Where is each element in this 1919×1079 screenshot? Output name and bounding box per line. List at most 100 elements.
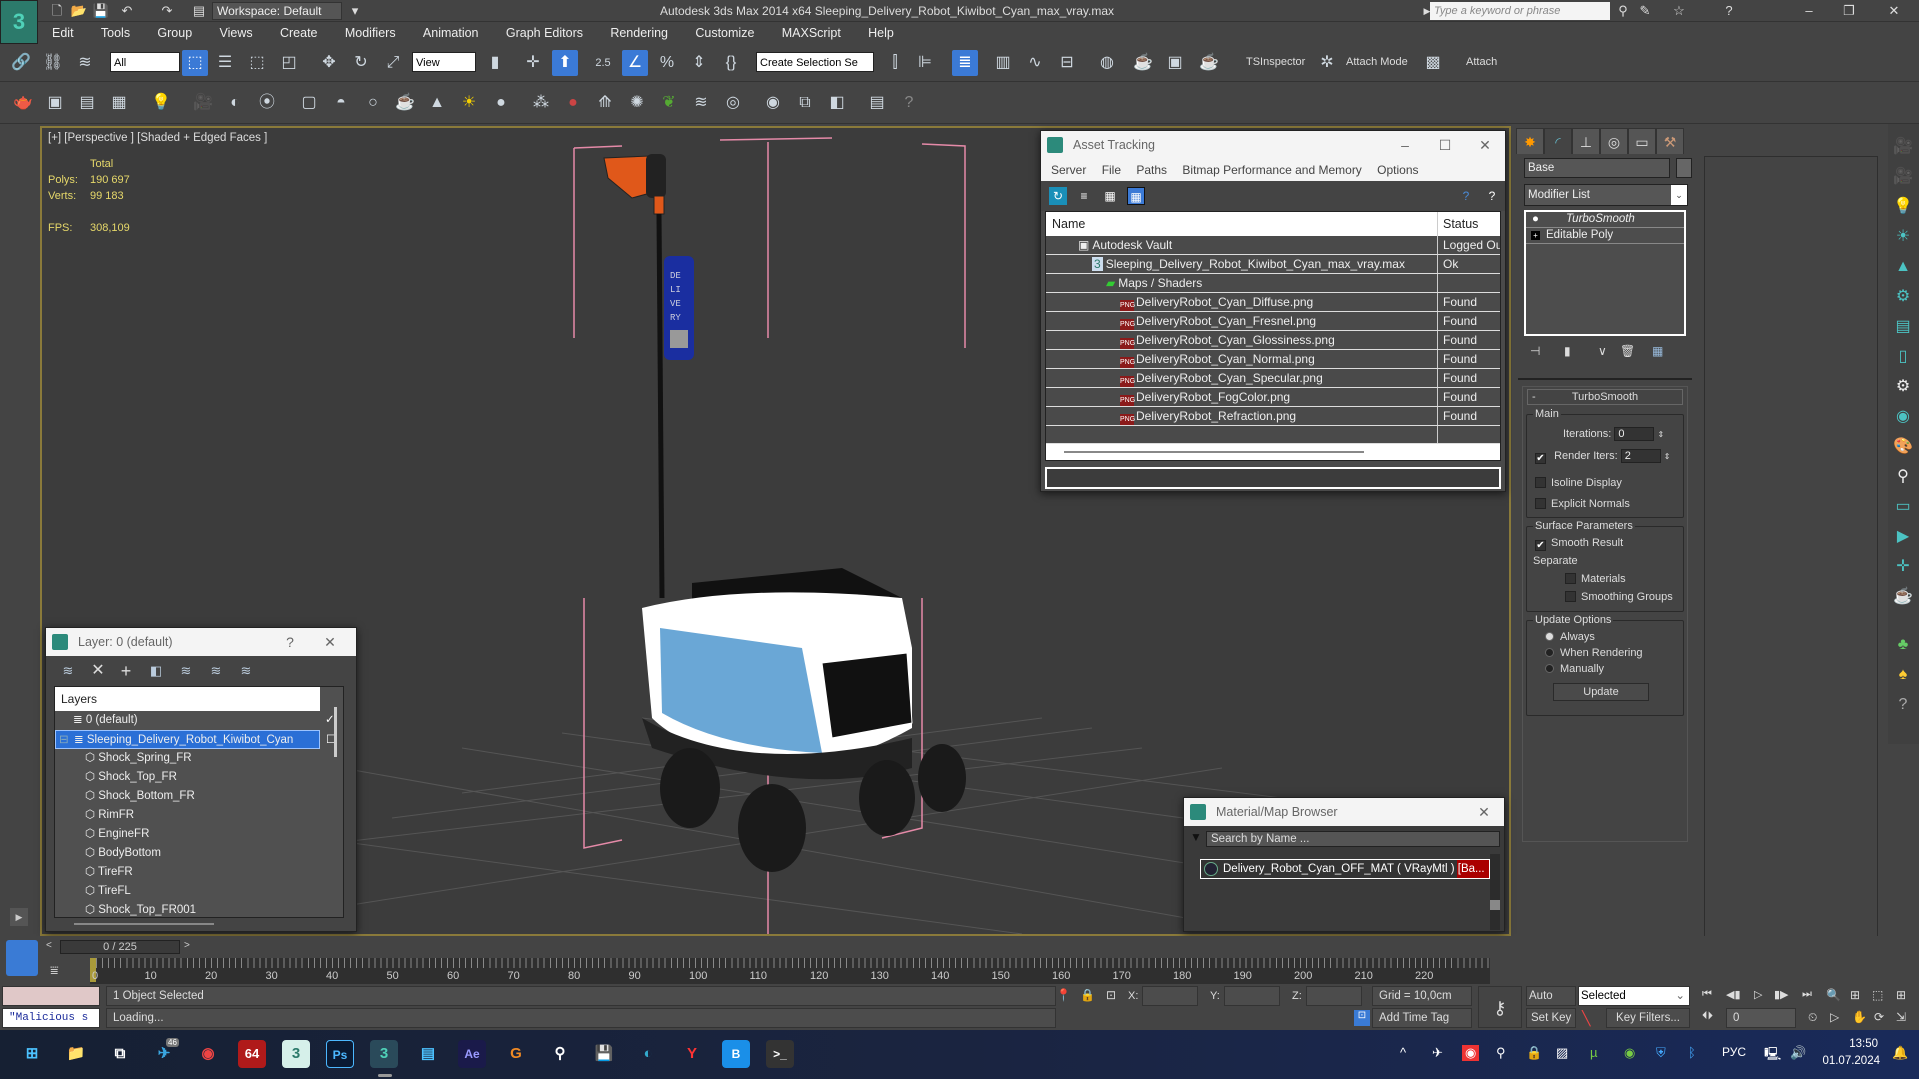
zoom-icon[interactable]: 🔍	[1826, 988, 1841, 1002]
menu-server[interactable]: Server	[1045, 163, 1092, 177]
reference-coord-dropdown[interactable]: View	[412, 52, 476, 72]
file-explorer-icon[interactable]: 📁	[62, 1040, 90, 1068]
save-app-icon[interactable]: 💾	[590, 1040, 618, 1068]
asset-row[interactable]: PNGDeliveryRobot_Cyan_Normal.png Found	[1046, 350, 1500, 369]
close-button[interactable]: ✕	[1464, 798, 1504, 826]
vertical-scrollbar[interactable]	[1490, 854, 1500, 930]
horizontal-scrollbar[interactable]	[1046, 444, 1500, 460]
link-icon[interactable]: 🔗	[8, 50, 34, 76]
play-icon[interactable]: ▷	[1754, 988, 1762, 1001]
remove-modifier-icon[interactable]: 🗑	[1620, 344, 1635, 358]
aida64-icon[interactable]: 64	[238, 1040, 266, 1068]
ornatrix-icon[interactable]: ◎	[720, 90, 746, 116]
object-row[interactable]: ⬡ Shock_Top_FR	[55, 768, 320, 787]
sun-icon[interactable]: ☀	[456, 90, 482, 116]
key-mode-dropdown[interactable]: Selected ⌄	[1578, 986, 1690, 1006]
yandex-icon[interactable]: Y	[678, 1040, 706, 1068]
z-coord-field[interactable]	[1306, 986, 1362, 1006]
options-menu-icon[interactable]: ▼	[1190, 830, 1202, 844]
tree-file-icon[interactable]: ▯	[1892, 346, 1914, 368]
plane-light-icon[interactable]: ▢	[296, 90, 322, 116]
app-menu-button[interactable]: 3	[0, 0, 38, 44]
spinner-arrows-icon[interactable]: ⇕	[1664, 452, 1671, 461]
plane-icon[interactable]: ⟰	[592, 90, 618, 116]
gear-icon[interactable]: ⚙	[1892, 376, 1914, 398]
transform-mode-icon[interactable]: ⊡	[1106, 988, 1116, 1002]
prev-frame-button[interactable]: <	[46, 940, 52, 951]
asset-row[interactable]: 3 Sleeping_Delivery_Robot_Kiwibot_Cyan_ma…	[1046, 255, 1500, 274]
render-production-icon[interactable]: ☕	[1196, 50, 1222, 76]
time-slider[interactable]: 0 / 225	[60, 940, 180, 954]
open-file-icon[interactable]: 📂	[70, 2, 88, 20]
render-iters-checkbox[interactable]: ✔	[1535, 452, 1546, 464]
key-mode-toggle-icon[interactable]: ⏴⏵	[1702, 1010, 1713, 1023]
column-name[interactable]: Name	[1046, 212, 1438, 236]
vray-material-icon[interactable]: ◉	[760, 90, 786, 116]
pivot-center-icon[interactable]: ▮	[482, 50, 508, 76]
object-row[interactable]: ⬡ TireFR	[55, 863, 320, 882]
maxscript-output[interactable]: "Malicious s	[2, 1008, 100, 1028]
asset-row[interactable]: PNGDeliveryRobot_Cyan_Glossiness.png Foun…	[1046, 331, 1500, 350]
list-view-icon[interactable]: ≡	[1075, 187, 1093, 205]
attach-button[interactable]: Attach	[1466, 56, 1497, 68]
make-unique-icon[interactable]: ∨	[1598, 344, 1607, 358]
select-objects-icon[interactable]: ◧	[146, 661, 166, 681]
clock-time[interactable]: 13:50	[1838, 1038, 1878, 1050]
highlight-layer-icon[interactable]: ≋	[206, 661, 226, 681]
chrome-icon[interactable]: ◉	[194, 1040, 222, 1068]
maxscript-listener-input[interactable]	[2, 986, 100, 1006]
forest-icon[interactable]: ♣	[1892, 634, 1914, 656]
mesh-light-icon[interactable]: ☕	[392, 90, 418, 116]
next-frame-button[interactable]: >	[184, 940, 190, 951]
b-app-icon[interactable]: B	[722, 1040, 750, 1068]
render-iters-spinner[interactable]: 2	[1620, 449, 1661, 463]
update-button[interactable]: Update	[1553, 683, 1649, 701]
select-layer-icon[interactable]: ≋	[176, 661, 196, 681]
language-indicator[interactable]: РУС	[1722, 1045, 1746, 1059]
hair-farm-icon[interactable]: ≋	[688, 90, 714, 116]
frame-buffer-icon[interactable]: ▭	[1892, 496, 1914, 518]
window-crossing-icon[interactable]: ◰	[276, 50, 302, 76]
vpn-app-icon[interactable]: ⚲	[546, 1040, 574, 1068]
close-button[interactable]: ✕	[1885, 2, 1903, 20]
menu-animation[interactable]: Animation	[411, 22, 491, 44]
3ds-max-2014-icon[interactable]: 3	[282, 1040, 310, 1068]
object-row[interactable]: ⬡ EngineFR	[55, 825, 320, 844]
palette-icon[interactable]: 🎨	[1892, 436, 1914, 458]
object-row[interactable]: ⬡ TireFL	[55, 882, 320, 901]
maxscript-mini-listener-toggle[interactable]: ▶	[10, 908, 28, 926]
task-view-icon[interactable]: ⧉	[106, 1040, 134, 1068]
start-button-icon[interactable]: ⊞	[18, 1040, 46, 1068]
material-search-input[interactable]: Search by Name ...	[1206, 831, 1500, 847]
auto-key-button[interactable]: Auto Key	[1526, 986, 1576, 1020]
menu-bitmap-performance[interactable]: Bitmap Performance and Memory	[1176, 163, 1367, 177]
viewport-label-menu[interactable]: [+] [Perspective ] [Shaded + Edged Faces…	[48, 132, 267, 144]
zoom-extents-all-icon[interactable]: ⊞	[1896, 988, 1906, 1002]
tree-view-icon[interactable]: ▦	[1101, 187, 1119, 205]
camera-icon[interactable]: 🎥	[190, 90, 216, 116]
key-icon[interactable]: ⚷	[1478, 986, 1522, 1028]
material-editor-icon[interactable]: ◍	[1094, 50, 1120, 76]
maximize-button[interactable]: ☐	[1425, 131, 1465, 159]
menu-options[interactable]: Options	[1371, 163, 1424, 177]
menu-edit[interactable]: Edit	[40, 22, 86, 44]
modifier-list-dropdown[interactable]: Modifier List ⌄	[1524, 184, 1688, 206]
materials-checkbox[interactable]	[1565, 573, 1576, 584]
layer-row[interactable]: ≣ 0 (default) ✓	[55, 711, 335, 730]
teapot-icon[interactable]: 🫖	[10, 90, 36, 116]
time-config-icon[interactable]: ⏲	[1808, 1010, 1817, 1025]
edit-named-selection-icon[interactable]: {}	[718, 50, 744, 76]
column-status[interactable]: Status	[1438, 212, 1500, 236]
menu-modifiers[interactable]: Modifiers	[333, 22, 408, 44]
telegram-tray-icon[interactable]: ✈	[1432, 1045, 1443, 1061]
menu-rendering[interactable]: Rendering	[598, 22, 680, 44]
displacement-icon[interactable]: ✺	[624, 90, 650, 116]
menu-group[interactable]: Group	[145, 22, 204, 44]
pan-icon[interactable]: ✋	[1852, 1010, 1867, 1024]
workspace-dropdown[interactable]: Workspace: Default	[212, 2, 342, 20]
mini-curve-toggle[interactable]	[6, 940, 38, 976]
pin-stack-icon[interactable]: ⊣	[1530, 344, 1540, 358]
network-app-tray-icon[interactable]: ⚲	[1496, 1045, 1506, 1061]
asset-tracking-titlebar[interactable]: Asset Tracking – ☐ ✕	[1041, 131, 1505, 159]
y-coord-field[interactable]	[1224, 986, 1280, 1006]
